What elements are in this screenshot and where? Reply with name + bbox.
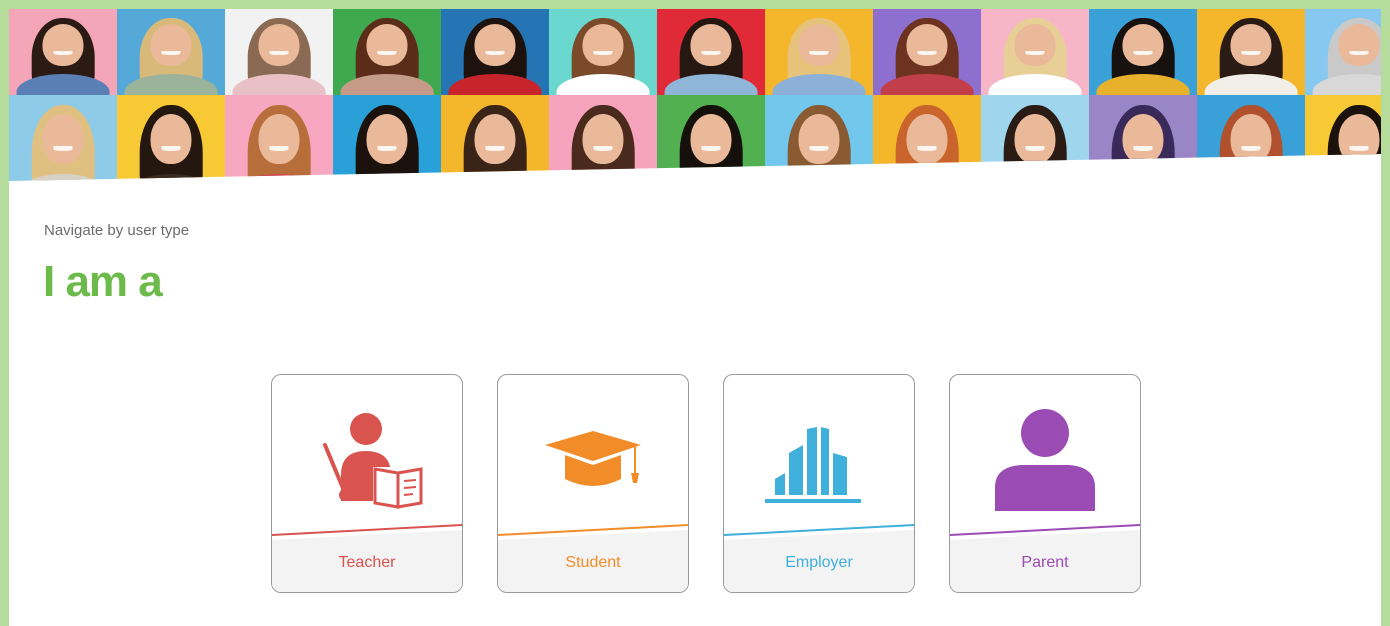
page-frame: Navigate by user type I am a Teacher Stu…	[9, 9, 1381, 626]
card-label: Parent	[1021, 554, 1069, 571]
shoulders-shape	[556, 74, 650, 95]
face-shape	[474, 113, 516, 164]
shoulders-shape	[988, 174, 1082, 181]
face-shape	[1230, 24, 1272, 66]
shoulders-shape	[664, 174, 758, 181]
shoulders-shape	[232, 174, 326, 181]
collage-photo-tile	[9, 9, 117, 95]
shoulders-shape	[664, 74, 758, 95]
collage-photo-tile	[333, 9, 441, 95]
collage-photo-tile	[549, 95, 657, 181]
section-subtitle: Navigate by user type	[44, 222, 190, 239]
shoulders-shape	[772, 74, 866, 95]
face-shape	[474, 24, 516, 66]
shoulders-shape	[772, 174, 866, 181]
face-shape	[1338, 113, 1380, 164]
collage-photo-tile	[981, 95, 1089, 181]
collage-photo-tile	[333, 95, 441, 181]
collage-photo-tile	[225, 9, 333, 95]
graduation-cap-icon	[545, 431, 641, 486]
collage-photo-tile	[549, 9, 657, 95]
user-type-cards: Teacher Student Employer Parent	[271, 374, 1141, 593]
face-shape	[798, 24, 840, 66]
face-shape	[1338, 24, 1380, 66]
collage-photo-tile	[441, 95, 549, 181]
collage-photo-tile	[1305, 9, 1381, 95]
face-shape	[1122, 24, 1164, 66]
collage-photo-tile	[981, 9, 1089, 95]
collage-photo-tile	[117, 9, 225, 95]
face-shape	[690, 113, 732, 164]
face-shape	[906, 113, 948, 164]
shoulders-shape	[1096, 174, 1190, 181]
shoulders-shape	[124, 174, 218, 181]
shoulders-shape	[556, 174, 650, 181]
collage-photo-tile	[225, 95, 333, 181]
collage-photo-tile	[1089, 9, 1197, 95]
shoulders-shape	[988, 74, 1082, 95]
student-card[interactable]: Student	[497, 374, 689, 593]
face-shape	[258, 24, 300, 66]
collage-photo-tile	[873, 95, 981, 181]
face-shape	[258, 113, 300, 164]
shoulders-shape	[880, 74, 974, 95]
shoulders-shape	[448, 74, 542, 95]
collage-photo-tile	[1197, 95, 1305, 181]
face-shape	[366, 113, 408, 164]
shoulders-shape	[16, 74, 110, 95]
employer-card[interactable]: Employer	[723, 374, 915, 593]
shoulders-shape	[1204, 174, 1298, 181]
collage-photo-tile	[765, 9, 873, 95]
collage-photo-tile	[117, 95, 225, 181]
person-icon	[995, 409, 1095, 511]
shoulders-shape	[340, 74, 434, 95]
collage-photo-tile	[657, 95, 765, 181]
shoulders-shape	[880, 174, 974, 181]
shoulders-shape	[1096, 74, 1190, 95]
face-shape	[150, 24, 192, 66]
collage-photo-tile	[441, 9, 549, 95]
buildings-icon	[765, 427, 861, 503]
collage-photo-tile	[1197, 9, 1305, 95]
shoulders-shape	[232, 74, 326, 95]
collage-photo-tile	[873, 9, 981, 95]
teacher-icon	[323, 413, 425, 509]
hero-banner-photo-collage	[9, 9, 1381, 181]
face-shape	[42, 24, 84, 66]
card-label: Student	[565, 554, 621, 571]
face-shape	[1014, 113, 1056, 164]
face-shape	[582, 24, 624, 66]
collage-row-2	[9, 95, 1381, 181]
face-shape	[906, 24, 948, 66]
face-shape	[690, 24, 732, 66]
card-label: Employer	[785, 554, 853, 571]
page-title: I am a	[43, 257, 163, 306]
shoulders-shape	[340, 174, 434, 181]
face-shape	[582, 113, 624, 164]
shoulders-shape	[1312, 174, 1381, 181]
teacher-card[interactable]: Teacher	[271, 374, 463, 593]
face-shape	[798, 113, 840, 164]
collage-photo-tile	[765, 95, 873, 181]
face-shape	[1014, 24, 1056, 66]
parent-card[interactable]: Parent	[949, 374, 1141, 593]
card-label: Teacher	[338, 554, 396, 571]
shoulders-shape	[124, 74, 218, 95]
collage-photo-tile	[657, 9, 765, 95]
face-shape	[366, 24, 408, 66]
face-shape	[150, 113, 192, 164]
shoulders-shape	[16, 174, 110, 181]
shoulders-shape	[1312, 74, 1381, 95]
shoulders-shape	[448, 174, 542, 181]
collage-photo-tile	[1305, 95, 1381, 181]
face-shape	[1230, 113, 1272, 164]
face-shape	[42, 113, 84, 164]
collage-photo-tile	[9, 95, 117, 181]
shoulders-shape	[1204, 74, 1298, 95]
collage-photo-tile	[1089, 95, 1197, 181]
face-shape	[1122, 113, 1164, 164]
collage-row-1	[9, 9, 1381, 95]
